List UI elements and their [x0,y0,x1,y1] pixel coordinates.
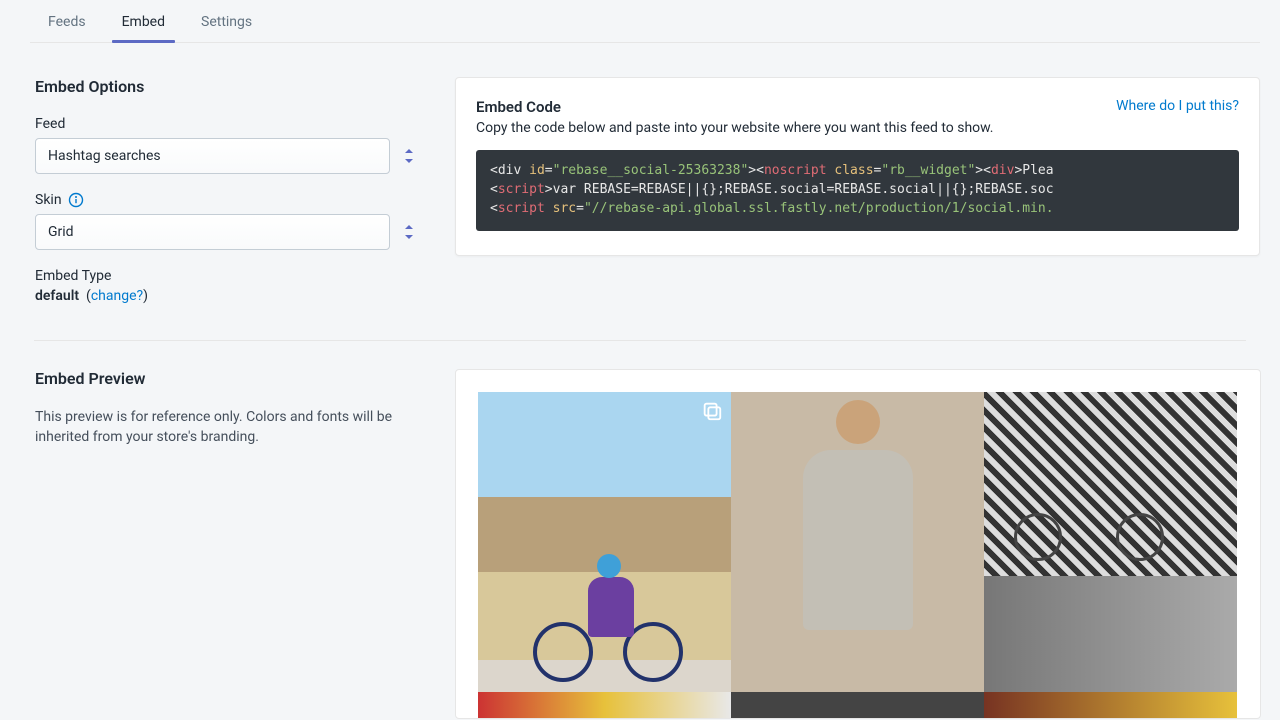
feed-select[interactable]: Hashtag searches [35,138,390,174]
change-link[interactable]: change? [91,288,143,304]
embed-preview-note: This preview is for reference only. Colo… [35,408,425,447]
tab-settings[interactable]: Settings [183,0,270,42]
embed-code-heading: Embed Code [476,98,561,116]
tab-feeds[interactable]: Feeds [30,0,104,42]
select-arrows-icon [405,225,413,239]
grid-item[interactable] [731,692,984,719]
tabs: Feeds Embed Settings [30,0,1260,43]
embed-preview-heading: Embed Preview [35,369,425,388]
tab-embed[interactable]: Embed [104,0,183,42]
preview-card [455,369,1261,719]
gallery-icon [701,400,723,422]
embed-options-heading: Embed Options [35,77,425,96]
grid-item[interactable] [478,392,731,692]
help-link[interactable]: Where do I put this? [1116,98,1239,114]
grid-item[interactable] [984,392,1237,576]
embed-code-card: Embed Code Where do I put this? Copy the… [455,77,1260,256]
grid-item[interactable] [478,692,731,719]
embed-type-label: Embed Type [35,268,425,284]
grid-item[interactable] [984,692,1237,719]
feed-label: Feed [35,116,425,132]
skin-label: Skin [35,192,62,208]
embed-code-block[interactable]: <div id="rebase__social-25363238"><noscr… [476,150,1239,231]
preview-grid [478,392,1238,719]
info-icon[interactable] [68,192,84,208]
grid-item[interactable] [731,392,984,692]
embed-code-subtitle: Copy the code below and paste into your … [476,120,1239,136]
embed-type-value: default [35,288,79,304]
grid-item[interactable] [984,576,1237,692]
select-arrows-icon [405,149,413,163]
divider [34,340,1246,341]
skin-select[interactable]: Grid [35,214,390,250]
